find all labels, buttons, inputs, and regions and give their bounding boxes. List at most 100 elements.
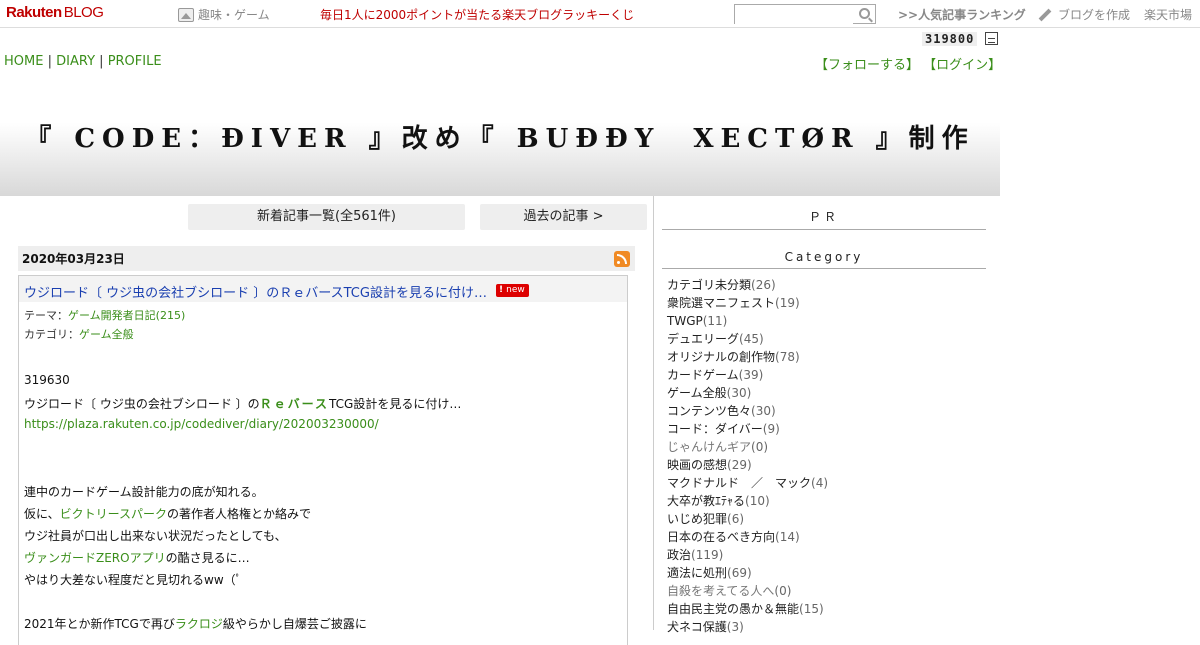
- nav-home[interactable]: HOME: [4, 54, 43, 69]
- body-line: ウジロード〔 ウジ虫の会社ブシロード 〕のＲｅバースTCG設計を見るに付け…: [24, 395, 461, 412]
- category-item[interactable]: デュエリーグ(45): [667, 330, 828, 348]
- category-item-label: じゃんけんギア: [667, 440, 752, 454]
- article-title-link[interactable]: ウジロード〔 ウジ虫の会社ブシロード 〕のＲｅバースTCG設計を見るに付け…: [24, 282, 487, 301]
- new-badge-text: new: [506, 285, 525, 295]
- category-item-label: 衆院選マニフェスト: [667, 296, 776, 310]
- category-item-count: (4): [811, 476, 829, 490]
- article-url-link[interactable]: https://plaza.rakuten.co.jp/codediver/di…: [24, 417, 379, 431]
- search-icon[interactable]: [859, 8, 870, 19]
- category-item[interactable]: 適法に処刑(69): [667, 564, 828, 582]
- rss-icon[interactable]: [614, 251, 630, 267]
- create-blog-link[interactable]: ブログを作成: [1038, 6, 1130, 23]
- category-item-count: (26): [751, 278, 776, 292]
- category-item[interactable]: 日本の在るべき方向(14): [667, 528, 828, 546]
- article-category: カテゴリ：ゲーム全般: [24, 326, 134, 342]
- victory-spark-link[interactable]: ビクトリースパーク: [60, 507, 167, 521]
- follow-link[interactable]: 【フォローする】: [815, 58, 919, 73]
- theme-label: テーマ：: [24, 309, 68, 322]
- body-paragraph: やはり大差ない程度だと見切れるww（ﾟ: [24, 573, 242, 587]
- nav-diary[interactable]: DIARY: [56, 54, 95, 69]
- category-item-count: (0): [751, 440, 769, 454]
- category-item-count: (15): [799, 602, 824, 616]
- category-item-count: (9): [762, 422, 780, 436]
- category-item[interactable]: 自由民主党の愚か＆無能(15): [667, 600, 828, 618]
- category-item-label: 大卒が教ｴﾃｬる: [667, 494, 746, 508]
- logo-sub-text: BLOG: [63, 4, 104, 21]
- rakuroji-link[interactable]: ラクロジ: [175, 617, 223, 631]
- category-item[interactable]: 大卒が教ｴﾃｬる(10): [667, 492, 828, 510]
- sidebar-category-heading: Category: [662, 250, 986, 269]
- category-item-label: カードゲーム: [667, 368, 739, 382]
- category-item[interactable]: オリジナルの創作物(78): [667, 348, 828, 366]
- category-item[interactable]: 自殺を考えてる人へ(0): [667, 582, 828, 600]
- category-item-count: (11): [702, 314, 728, 328]
- login-link[interactable]: 【ログイン】: [923, 58, 1001, 73]
- date-bar: 2020年03月23日: [18, 246, 635, 271]
- category-item[interactable]: いじめ犯罪(6): [667, 510, 828, 528]
- access-counter: 319800: [922, 32, 978, 46]
- theme-link[interactable]: ゲーム開発者日記(215): [68, 309, 185, 322]
- lucky-kuji-link[interactable]: 毎日1人に2000ポイントが当たる楽天ブログラッキーくじ: [320, 6, 634, 23]
- category-item[interactable]: じゃんけんギア(0): [667, 438, 828, 456]
- sidebar-divider: [653, 196, 654, 630]
- nav-separator: |: [99, 54, 104, 69]
- body-line: ヴァンガードZEROアプリの酷さ見るに…: [24, 549, 250, 566]
- category-item-label: 日本の在るべき方向: [667, 530, 776, 544]
- category-item[interactable]: TWGP(11): [667, 312, 828, 330]
- category-item[interactable]: マクドナルド ／ マック(4): [667, 474, 828, 492]
- search-input[interactable]: [735, 7, 853, 25]
- new-articles-button[interactable]: 新着記事一覧(全561件): [188, 204, 465, 230]
- genre-label: 趣味・ゲーム: [198, 8, 270, 22]
- past-articles-button[interactable]: 過去の記事 >: [480, 204, 647, 230]
- category-item-label: 犬ネコ保護: [667, 620, 727, 634]
- vanguard-zero-link[interactable]: ヴァンガードZEROアプリ: [24, 551, 166, 565]
- category-item[interactable]: カテゴリ未分類(26): [667, 276, 828, 294]
- category-item-label: 政治: [667, 548, 692, 562]
- blog-title[interactable]: 『 CODE：ĐIVER 』改め『 BUĐĐY XECTØR 』制作: [0, 118, 1000, 155]
- category-item[interactable]: ゲーム全般(30): [667, 384, 828, 402]
- category-item[interactable]: 犬ネコ保護(3): [667, 618, 828, 636]
- category-item-label: コンテンツ色々: [667, 404, 752, 418]
- category-item-label: 適法に処刑: [667, 566, 728, 580]
- category-item[interactable]: 映画の感想(29): [667, 456, 828, 474]
- category-item-count: (19): [775, 296, 800, 310]
- category-item[interactable]: 衆院選マニフェスト(19): [667, 294, 828, 312]
- logo-text: Rakuten: [6, 4, 62, 21]
- counter-calendar-icon[interactable]: [985, 32, 998, 45]
- category-item[interactable]: コンテンツ色々(30): [667, 402, 828, 420]
- category-item-label: オリジナルの創作物: [667, 350, 776, 364]
- category-item-count: (29): [727, 458, 752, 472]
- body-line: https://plaza.rakuten.co.jp/codediver/di…: [24, 417, 379, 431]
- body-text: 仮に、: [24, 507, 60, 521]
- category-item[interactable]: カードゲーム(39): [667, 366, 828, 384]
- category-item[interactable]: コード：ダイバー(9): [667, 420, 828, 438]
- body-text: TCG設計を見るに付け…: [329, 397, 462, 411]
- category-item-label: カテゴリ未分類: [667, 278, 752, 292]
- category-item-count: (6): [727, 512, 745, 526]
- category-item[interactable]: 政治(119): [667, 546, 828, 564]
- category-item-label: 自殺を考えてる人へ: [667, 584, 775, 598]
- rakuten-blog-logo[interactable]: Rakuten BLOG: [6, 4, 104, 21]
- category-item-count: (45): [739, 332, 764, 346]
- new-badge: ! new: [496, 284, 529, 297]
- rakuten-ichiba-link[interactable]: 楽天市場: [1144, 6, 1192, 23]
- nav-profile[interactable]: PROFILE: [108, 54, 162, 69]
- ranking-link[interactable]: >>人気記事ランキング: [898, 6, 1026, 23]
- image-icon: [178, 7, 194, 22]
- body-text: の酷さ見るに…: [165, 551, 250, 565]
- category-item-count: (78): [775, 350, 800, 364]
- category-item-count: (10): [745, 494, 770, 508]
- body-text: 級やらかし自爆芸ご披露に: [222, 617, 367, 631]
- category-item-label: いじめ犯罪: [667, 512, 728, 526]
- blog-header: 『 CODE：ĐIVER 』改め『 BUĐĐY XECTØR 』制作: [0, 74, 1000, 196]
- category-item-count: (0): [774, 584, 792, 598]
- sidebar-pr-heading: ＰＲ: [662, 208, 986, 230]
- nav-separator: |: [47, 54, 52, 69]
- top-bar: Rakuten BLOG 趣味・ゲーム 毎日1人に2000ポイントが当たる楽天ブロ…: [0, 0, 1200, 28]
- article-theme: テーマ：ゲーム開発者日記(215): [24, 307, 185, 323]
- follow-login: 【フォローする】 【ログイン】: [815, 54, 1001, 73]
- genre-link[interactable]: 趣味・ゲーム: [178, 6, 270, 23]
- category-item-label: TWGP: [667, 314, 703, 328]
- body-text: 2021年とか新作TCGで再び: [24, 617, 175, 631]
- category-link[interactable]: ゲーム全般: [79, 328, 134, 341]
